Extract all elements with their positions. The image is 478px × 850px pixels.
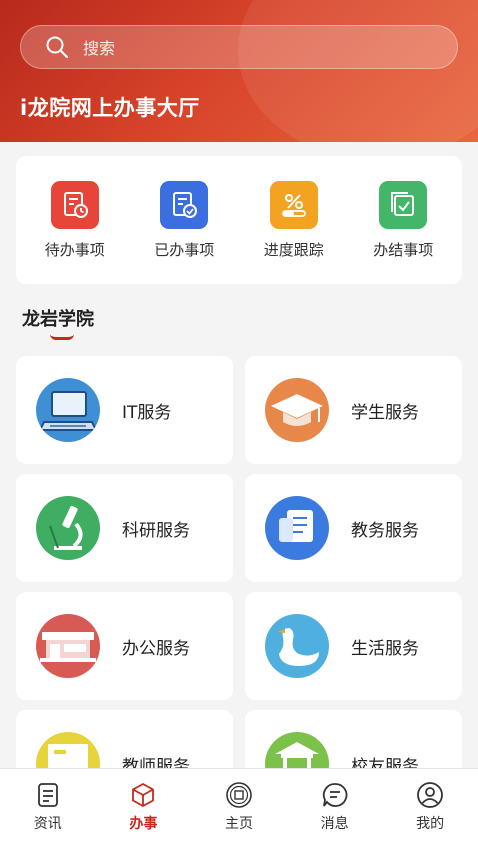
service-label: 学生服务: [351, 402, 419, 423]
service-label: 科研服务: [122, 520, 190, 541]
section-title: 龙岩学院: [22, 309, 94, 330]
quick-action-completed[interactable]: 办结事项: [353, 180, 453, 260]
service-card-life[interactable]: 生活服务: [245, 592, 462, 700]
quick-action-label: 已办事项: [154, 240, 215, 259]
section-underline: [50, 334, 74, 340]
home-emblem-icon: [226, 782, 252, 808]
completed-check-icon: [379, 180, 428, 229]
quick-actions-panel: 待办事项 已办事项 进度跟踪 办结事项: [16, 156, 462, 284]
news-doc-icon: [37, 783, 58, 807]
service-label: 办公服务: [122, 638, 190, 659]
service-card-it[interactable]: IT服务: [16, 356, 233, 464]
tab-label: 资讯: [33, 816, 62, 832]
bottom-tab-bar: 资讯 办事 主页 消息 我的: [0, 768, 478, 850]
graduation-cap-icon: [265, 378, 329, 442]
tab-label: 办事: [129, 816, 158, 832]
done-check-icon: [160, 180, 209, 229]
tab-news[interactable]: 资讯: [13, 781, 83, 833]
laptop-icon: [36, 378, 100, 442]
tab-messages[interactable]: 消息: [300, 781, 370, 833]
tab-label: 消息: [320, 816, 349, 832]
tab-home[interactable]: 主页: [204, 781, 274, 833]
service-card-student[interactable]: 学生服务: [245, 356, 462, 464]
quick-action-label: 待办事项: [44, 240, 105, 259]
tab-affairs[interactable]: 办事: [108, 781, 178, 833]
document-stack-icon: [265, 496, 329, 560]
swan-icon: [265, 614, 329, 678]
header-decoration: [238, 0, 478, 142]
microscope-icon: [36, 496, 100, 560]
quick-action-progress[interactable]: 进度跟踪: [244, 180, 344, 260]
section-heading: 龙岩学院: [22, 305, 94, 340]
search-icon: [46, 36, 69, 59]
service-label: IT服务: [122, 402, 172, 423]
service-card-research[interactable]: 科研服务: [16, 474, 233, 582]
tab-label: 主页: [224, 816, 253, 832]
message-bubble-icon: [322, 783, 347, 807]
quick-action-done[interactable]: 已办事项: [134, 180, 234, 260]
quick-action-todo[interactable]: 待办事项: [25, 180, 125, 260]
service-label: 教务服务: [351, 520, 419, 541]
cube-icon: [132, 782, 155, 808]
service-card-office[interactable]: 办公服务: [16, 592, 233, 700]
quick-action-label: 办结事项: [373, 240, 434, 259]
progress-percent-icon: [269, 180, 318, 229]
page-title: i龙院网上办事大厅: [20, 96, 200, 120]
service-label: 生活服务: [351, 638, 419, 659]
tab-mine[interactable]: 我的: [395, 781, 465, 833]
office-building-icon: [36, 614, 100, 678]
tab-label: 我的: [416, 816, 445, 832]
search-input[interactable]: 搜索: [83, 35, 115, 59]
service-card-academic[interactable]: 教务服务: [245, 474, 462, 582]
todo-clock-icon: [50, 180, 99, 229]
user-profile-icon: [417, 782, 444, 808]
header: 搜索 i龙院网上办事大厅: [0, 0, 478, 142]
quick-action-label: 进度跟踪: [263, 240, 324, 259]
search-bar[interactable]: 搜索: [20, 25, 458, 69]
